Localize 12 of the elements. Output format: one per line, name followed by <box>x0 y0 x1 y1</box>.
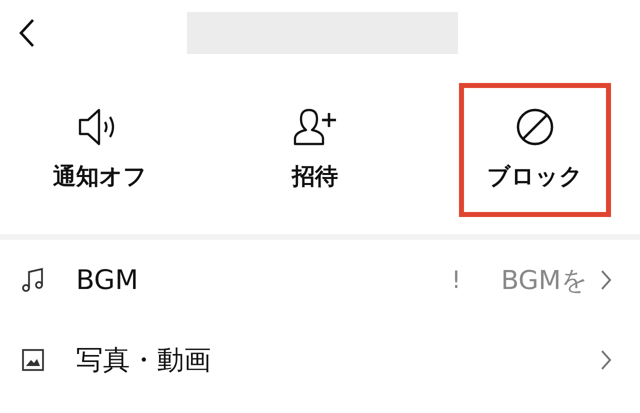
action-button[interactable]: 招待 <box>271 86 359 214</box>
block-icon <box>515 106 555 146</box>
image-icon <box>20 347 46 373</box>
chevron-right-icon <box>600 349 612 371</box>
list-item[interactable]: 写真・動画 <box>0 320 640 400</box>
list-item[interactable]: BGM ! BGMを <box>0 240 640 320</box>
back-icon[interactable] <box>18 18 36 48</box>
music-note-icon <box>20 267 46 293</box>
chevron-right-icon <box>600 269 612 291</box>
action-button[interactable]: 通知オフ <box>32 86 168 214</box>
action-button[interactable]: ブロック <box>459 83 611 217</box>
add-person-icon <box>292 106 338 146</box>
